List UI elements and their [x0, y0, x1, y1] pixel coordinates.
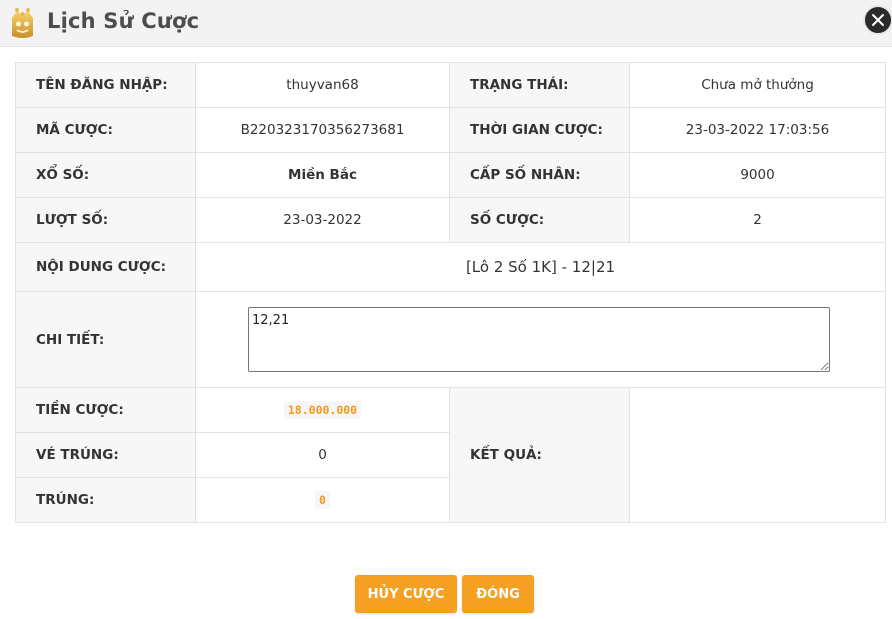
modal-header: Lịch Sử Cược: [0, 0, 892, 47]
modal-title: Lịch Sử Cược: [47, 9, 200, 33]
status-label: TRẠNG THÁI:: [449, 62, 630, 108]
table-row: CHI TIẾT: 12,21: [15, 291, 886, 388]
close-button[interactable]: ĐÓNG: [462, 575, 534, 613]
bet-detail-table: TÊN ĐĂNG NHẬP: thuyvan68 TRẠNG THÁI: Chư…: [15, 62, 886, 523]
table-row: XỔ SỐ: Miền Bắc CẤP SỐ NHÂN: 9000: [15, 152, 886, 198]
winnings-badge: 0: [315, 491, 330, 509]
detail-textarea[interactable]: 12,21: [248, 307, 830, 372]
lottery-label: XỔ SỐ:: [15, 152, 196, 198]
detail-label: CHI TIẾT:: [15, 291, 196, 388]
table-row: NỘI DUNG CƯỢC: [Lô 2 Số 1K] - 12|21: [15, 242, 886, 292]
detail-cell: 12,21: [195, 291, 886, 388]
winnings-cell: 0: [195, 477, 450, 523]
bet-code-value: B220323170356273681: [195, 107, 450, 153]
table-row: TÊN ĐĂNG NHẬP: thuyvan68 TRẠNG THÁI: Chư…: [15, 62, 886, 108]
bet-count-label: SỐ CƯỢC:: [449, 197, 630, 243]
draw-label: LƯỢT SỐ:: [15, 197, 196, 243]
lottery-value: Miền Bắc: [195, 152, 450, 198]
amount-badge: 18.000.000: [283, 401, 362, 419]
table-row: TIỀN CƯỢC: 18.000.000 KẾT QUẢ:: [15, 387, 886, 523]
bet-count-value: 2: [629, 197, 886, 243]
winning-tickets-value: 0: [195, 432, 450, 478]
result-value: [629, 387, 886, 523]
amount-cell: 18.000.000: [195, 387, 450, 433]
table-row: LƯỢT SỐ: 23-03-2022 SỐ CƯỢC: 2: [15, 197, 886, 243]
content-value: [Lô 2 Số 1K] - 12|21: [195, 242, 886, 292]
multiplier-label: CẤP SỐ NHÂN:: [449, 152, 630, 198]
username-value: thuyvan68: [195, 62, 450, 108]
draw-value: 23-03-2022: [195, 197, 450, 243]
multiplier-value: 9000: [629, 152, 886, 198]
winning-tickets-label: VÉ TRÚNG:: [15, 432, 196, 478]
crown-logo-icon: [9, 6, 36, 40]
content-label: NỘI DUNG CƯỢC:: [15, 242, 196, 292]
username-label: TÊN ĐĂNG NHẬP:: [15, 62, 196, 108]
bet-time-value: 23-03-2022 17:03:56: [629, 107, 886, 153]
close-icon[interactable]: [863, 5, 892, 35]
status-value: Chưa mở thưởng: [629, 62, 886, 108]
bet-code-label: MÃ CƯỢC:: [15, 107, 196, 153]
result-label: KẾT QUẢ:: [449, 387, 630, 523]
cancel-bet-button[interactable]: HỦY CƯỢC: [355, 575, 457, 613]
table-row: MÃ CƯỢC: B220323170356273681 THỜI GIAN C…: [15, 107, 886, 153]
bet-time-label: THỜI GIAN CƯỢC:: [449, 107, 630, 153]
winnings-label: TRÚNG:: [15, 477, 196, 523]
amount-label: TIỀN CƯỢC:: [15, 387, 196, 433]
